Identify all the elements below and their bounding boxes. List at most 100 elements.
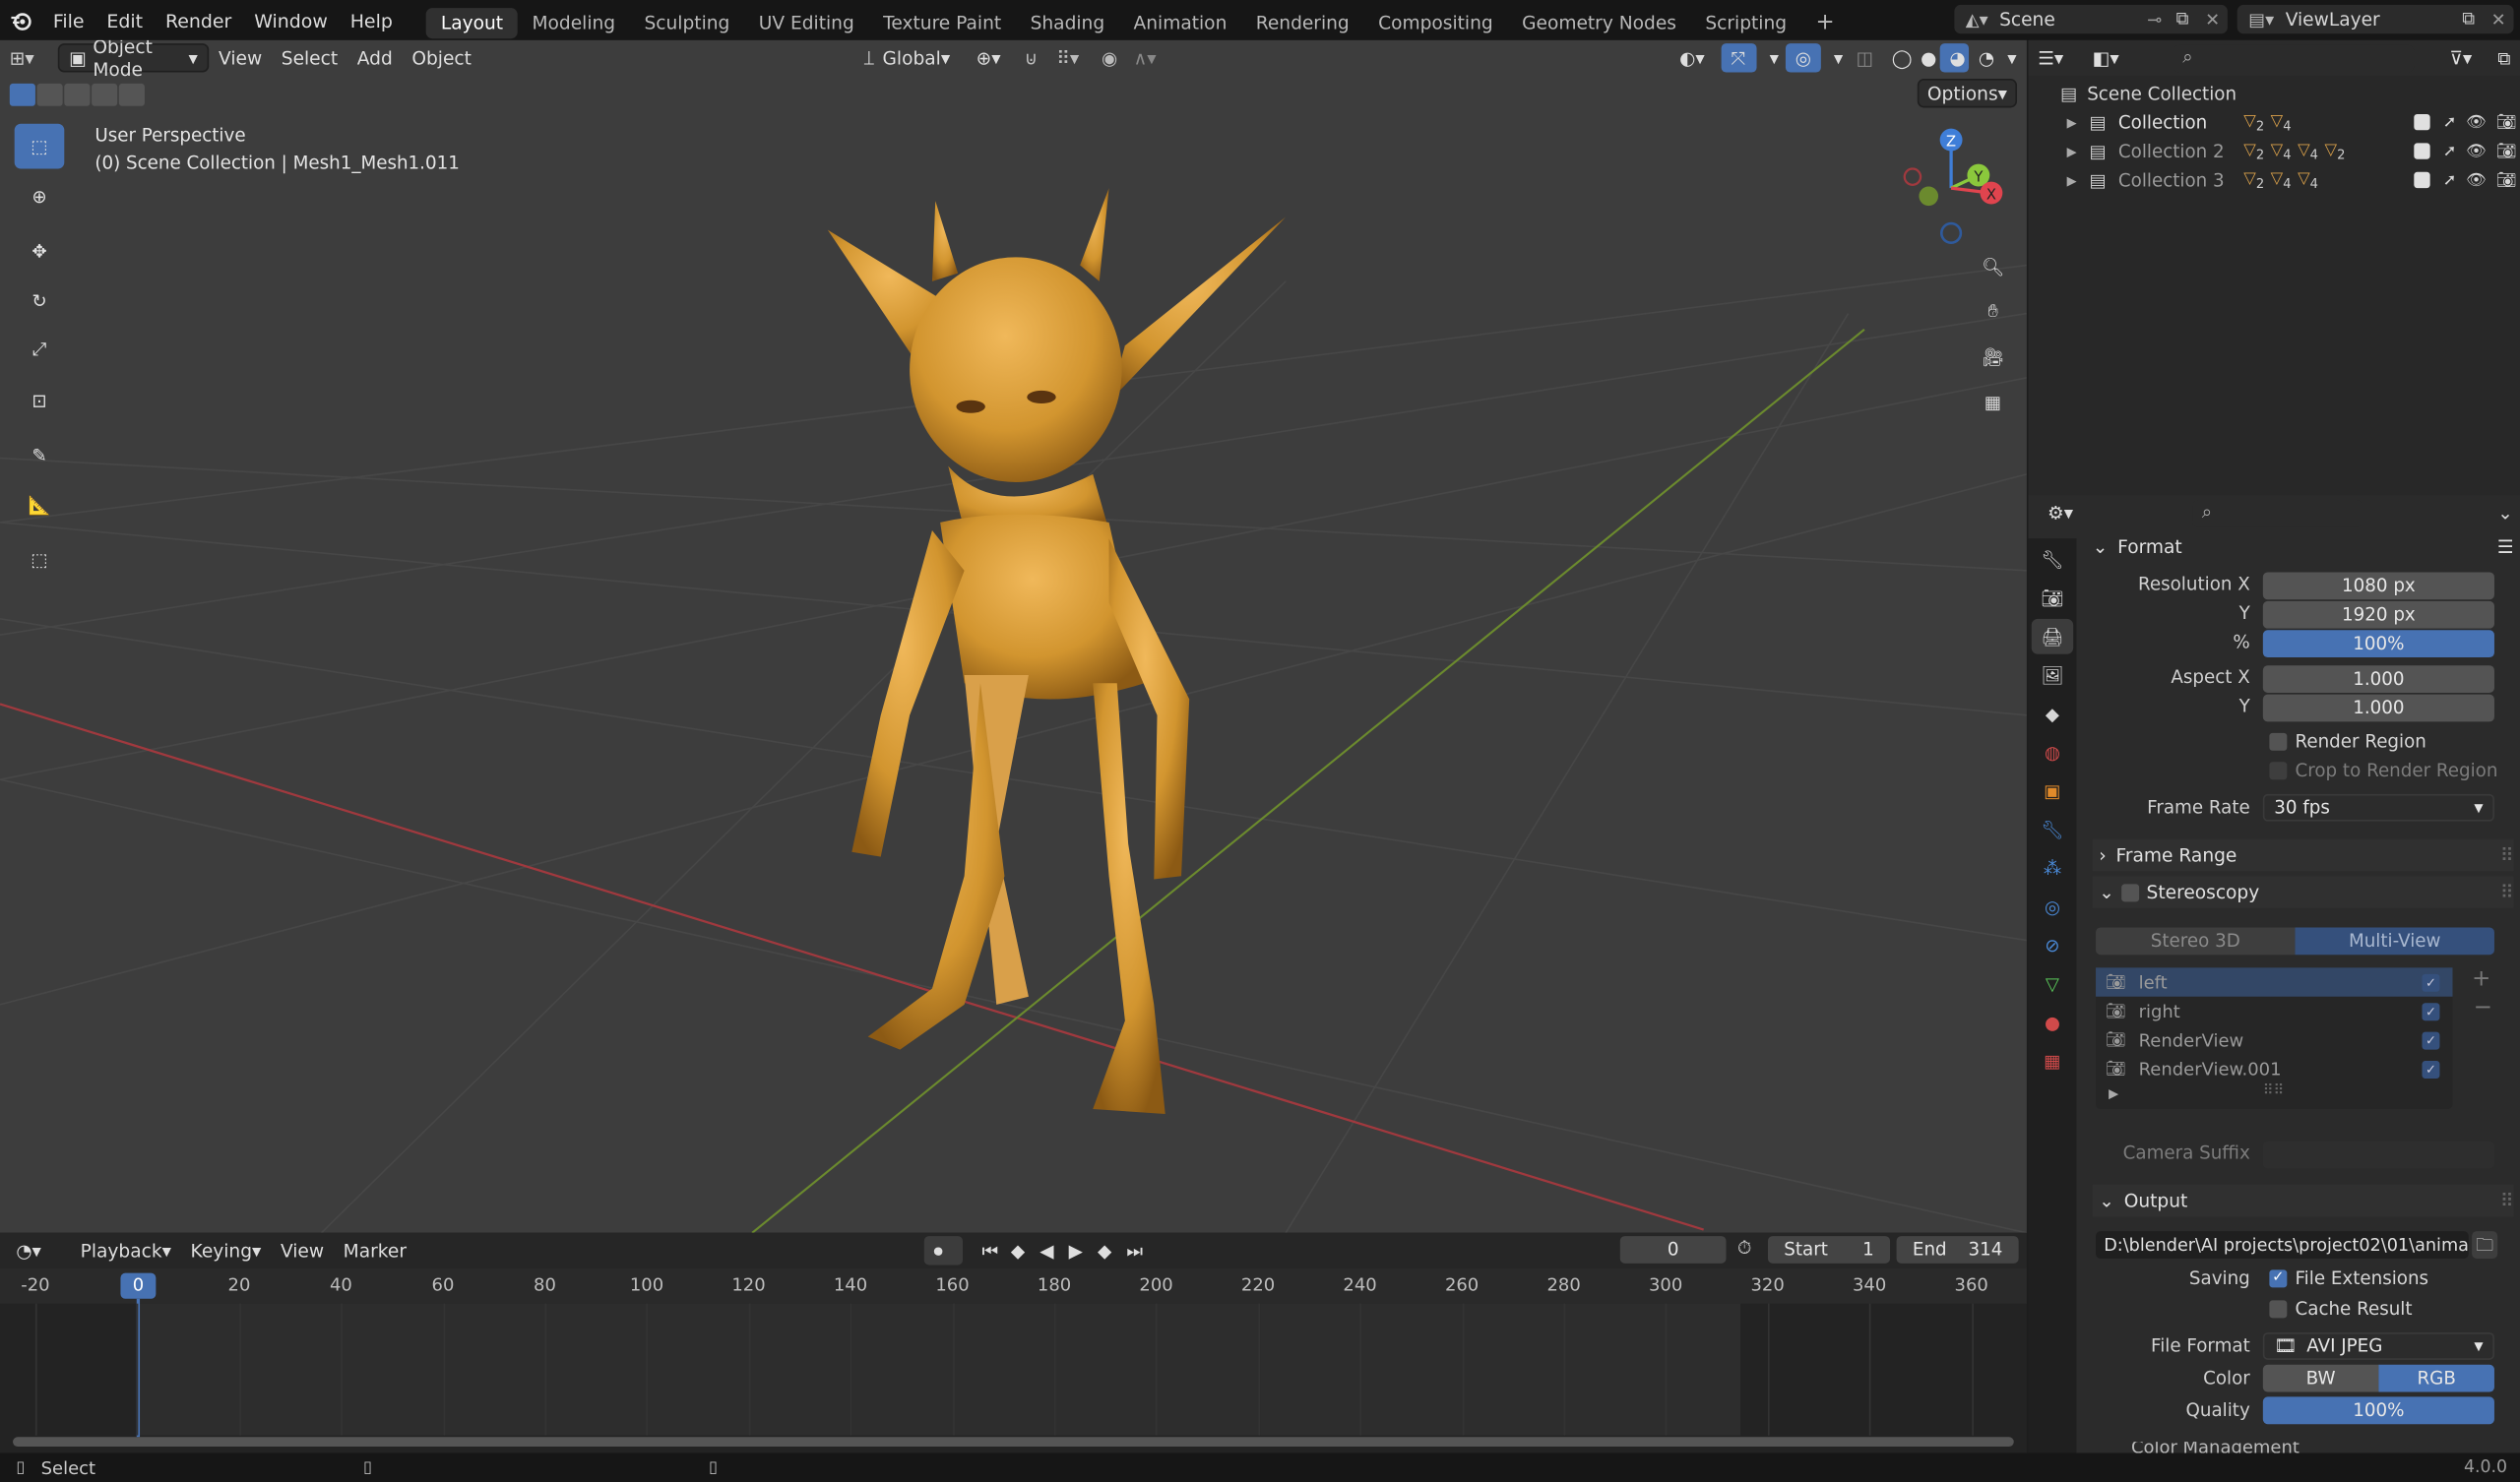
outliner-collection-row[interactable]: ▶ ▤ Collection ▽2 ▽4 ➚ 👁︎ 📷︎ — [2067, 107, 2517, 136]
crop-region-check[interactable] — [2269, 762, 2288, 780]
gizmo-dropdown-icon[interactable]: ▾ — [1760, 43, 1783, 72]
stereoscopy-panel-header[interactable]: ⌄ Stereoscopy ⠿ — [2092, 876, 2514, 908]
tab-modeling[interactable]: Modeling — [518, 7, 630, 37]
output-tab-icon[interactable]: 🖨︎ — [2031, 618, 2074, 654]
list-resize-handle[interactable]: ⠿⠿ — [2263, 1083, 2285, 1099]
3d-viewport[interactable]: ⊞▾ ▣ Object Mode ▾ View Select Add Object … — [0, 39, 2027, 1233]
display-mode-icon[interactable]: ◧▾ — [2083, 43, 2131, 72]
perspective-toggle-icon[interactable]: ▦ — [1972, 381, 2013, 422]
object-tab-icon[interactable]: ▣ — [2032, 773, 2073, 809]
view-layer-tab-icon[interactable]: 🖼︎ — [2032, 657, 2073, 693]
new-scene-icon[interactable]: ⧉ — [2176, 8, 2205, 31]
wireframe-shading-icon[interactable]: ◯ — [1882, 43, 1913, 72]
select-arrow-icon[interactable]: ➚ — [2443, 113, 2457, 131]
material-tab-icon[interactable]: ● — [2032, 1005, 2073, 1040]
render-tab-icon[interactable]: 📷︎ — [2032, 581, 2073, 616]
auto-key-icon[interactable]: ⏺ — [923, 1236, 963, 1266]
folder-icon[interactable]: 🗀 — [2472, 1231, 2498, 1259]
file-extensions-check[interactable]: ✓ — [2269, 1269, 2288, 1288]
editor-type-icon[interactable]: ⊞▾ — [0, 43, 58, 72]
select-intersect-icon[interactable] — [92, 83, 118, 106]
menu-add[interactable]: Add — [347, 43, 403, 72]
select-extend-icon[interactable] — [36, 83, 63, 106]
gizmo-toggle-icon[interactable]: ⤧ — [1721, 43, 1757, 73]
multi-view-tab[interactable]: Multi-View — [2295, 927, 2494, 956]
overlay-toggle-icon[interactable]: ◎ — [1785, 43, 1821, 73]
menu-timeline-view[interactable]: View — [271, 1236, 334, 1265]
tab-geometry-nodes[interactable]: Geometry Nodes — [1507, 7, 1690, 37]
tab-scripting[interactable]: Scripting — [1691, 7, 1801, 37]
menu-view[interactable]: View — [209, 43, 272, 72]
properties-editor[interactable]: ⚙▾ ⌕ ⌄ 🔧︎ 📷︎ 🖨︎ 🖼︎ ◆ ◍ ▣ 🔧︎ ⁂ ◎ ⊘ ▽ ● ▦ … — [2028, 495, 2520, 1453]
snap-icon[interactable]: ⊍ — [1015, 43, 1047, 72]
resolution-percent-field[interactable]: 100% — [2262, 630, 2494, 658]
shading-dropdown-icon[interactable]: ▾ — [1997, 43, 2020, 72]
aspect-y-field[interactable]: 1.000 — [2262, 694, 2494, 722]
camera-icon[interactable]: 📷︎ — [2496, 171, 2517, 189]
frame-rate-dropdown[interactable]: 30 fps ▾ — [2262, 793, 2494, 822]
outliner-collection-row[interactable]: ▶ ▤ Collection 2 ▽2 ▽4 ▽4 ▽2 ➚ 👁︎ 📷︎ — [2067, 137, 2517, 165]
outliner-scene-collection[interactable]: ▤ Scene Collection — [2060, 79, 2510, 107]
add-cube-icon[interactable]: ⬚ — [15, 537, 65, 583]
output-panel-header[interactable]: ⌄ Output ⠿ — [2092, 1184, 2514, 1217]
exclude-checkbox[interactable] — [2414, 143, 2430, 159]
tab-shading[interactable]: Shading — [1016, 7, 1119, 37]
select-arrow-icon[interactable]: ➚ — [2443, 171, 2457, 189]
tab-animation[interactable]: Animation — [1119, 7, 1241, 37]
add-workspace-button[interactable]: + — [1801, 7, 1850, 37]
menu-window[interactable]: Window — [243, 0, 340, 40]
view-enabled-check[interactable]: ✓ — [2422, 973, 2440, 991]
outliner-collection-row[interactable]: ▶ ▤ Collection 3 ▽2 ▽4 ▽4 ➚ 👁︎ 📷︎ — [2067, 165, 2517, 194]
expand-arrow-icon[interactable]: ▶ — [2067, 144, 2090, 158]
cache-result-check[interactable] — [2269, 1300, 2288, 1319]
particles-tab-icon[interactable]: ⁂ — [2032, 850, 2073, 886]
transform-icon[interactable]: ⊡ — [15, 378, 65, 423]
overlay-dropdown-icon[interactable]: ▾ — [1824, 43, 1847, 72]
output-path-input[interactable]: D:\blender\AI projects\project02\01\anim… — [2096, 1231, 2469, 1259]
exclude-checkbox[interactable] — [2414, 113, 2430, 131]
view-list-item[interactable]: 📷︎ left ✓ — [2096, 967, 2453, 997]
scene-selector[interactable]: ◭▾ Scene ⊸ ⧉ ✕ — [1954, 4, 2228, 34]
menu-render[interactable]: Render — [155, 0, 243, 40]
physics-tab-icon[interactable]: ◎ — [2032, 889, 2073, 924]
presets-icon[interactable]: ☰ — [2497, 535, 2514, 558]
new-view-layer-icon[interactable]: ⧉ — [2462, 8, 2490, 31]
jump-start-icon[interactable]: ⏮ — [973, 1236, 1001, 1265]
remove-view-icon[interactable]: − — [2474, 995, 2492, 1020]
close-view-layer-icon[interactable]: ✕ — [2491, 9, 2514, 30]
measure-icon[interactable]: 📐 — [15, 482, 65, 527]
world-tab-icon[interactable]: ◍ — [2032, 734, 2073, 770]
annotate-icon[interactable]: ✎ — [15, 432, 65, 477]
camera-icon[interactable]: 📷︎ — [2496, 113, 2517, 131]
material-shading-icon[interactable]: ◕ — [1939, 43, 1970, 73]
tab-layout[interactable]: Layout — [426, 7, 518, 38]
menu-object[interactable]: Object — [403, 43, 481, 72]
tab-compositing[interactable]: Compositing — [1363, 7, 1507, 37]
rendered-shading-icon[interactable]: ◔ — [1969, 43, 1997, 72]
eye-icon[interactable]: 👁︎ — [2466, 113, 2487, 131]
solid-shading-icon[interactable]: ● — [1911, 43, 1939, 72]
data-tab-icon[interactable]: ▽ — [2032, 966, 2073, 1002]
render-region-checkbox[interactable]: Render Region — [2269, 731, 2426, 752]
blender-logo-icon[interactable] — [0, 0, 41, 40]
timeline-editor-type-icon[interactable]: ◔▾ — [7, 1236, 71, 1265]
color-bw-button[interactable]: BW — [2262, 1364, 2379, 1392]
frame-range-panel-header[interactable]: › Frame Range ⠿ — [2092, 838, 2514, 872]
render-region-check[interactable] — [2269, 732, 2288, 751]
timeline-editor[interactable]: ◔▾ Playback ▾ Keying ▾ View Marker ⏺ ⏮ ◆ ◀… — [0, 1232, 2027, 1453]
play-reverse-icon[interactable]: ◀ — [1030, 1236, 1058, 1265]
exclude-checkbox[interactable] — [2414, 171, 2430, 189]
menu-marker[interactable]: Marker — [334, 1236, 416, 1265]
select-invert-icon[interactable] — [118, 83, 145, 106]
add-view-icon[interactable]: + — [2472, 966, 2490, 992]
outliner-search-input[interactable]: ⌕ — [2173, 43, 2415, 72]
views-list[interactable]: 📷︎ left ✓ 📷︎ right ✓ 📷︎ RenderView ✓ 📷︎ RenderView… — [2096, 967, 2453, 1110]
current-frame-field[interactable]: 0 — [1619, 1236, 1727, 1264]
tab-uv-editing[interactable]: UV Editing — [744, 7, 868, 37]
xray-icon[interactable]: ◫ — [1847, 43, 1882, 72]
tab-sculpting[interactable]: Sculpting — [630, 7, 744, 37]
filter-icon[interactable]: ⊽▾ — [2439, 43, 2488, 72]
resolution-y-field[interactable]: 1920 px — [2262, 600, 2494, 629]
view-list-item[interactable]: 📷︎ RenderView ✓ — [2096, 1025, 2452, 1054]
proportional-edit-icon[interactable]: ◉ — [1092, 43, 1124, 72]
